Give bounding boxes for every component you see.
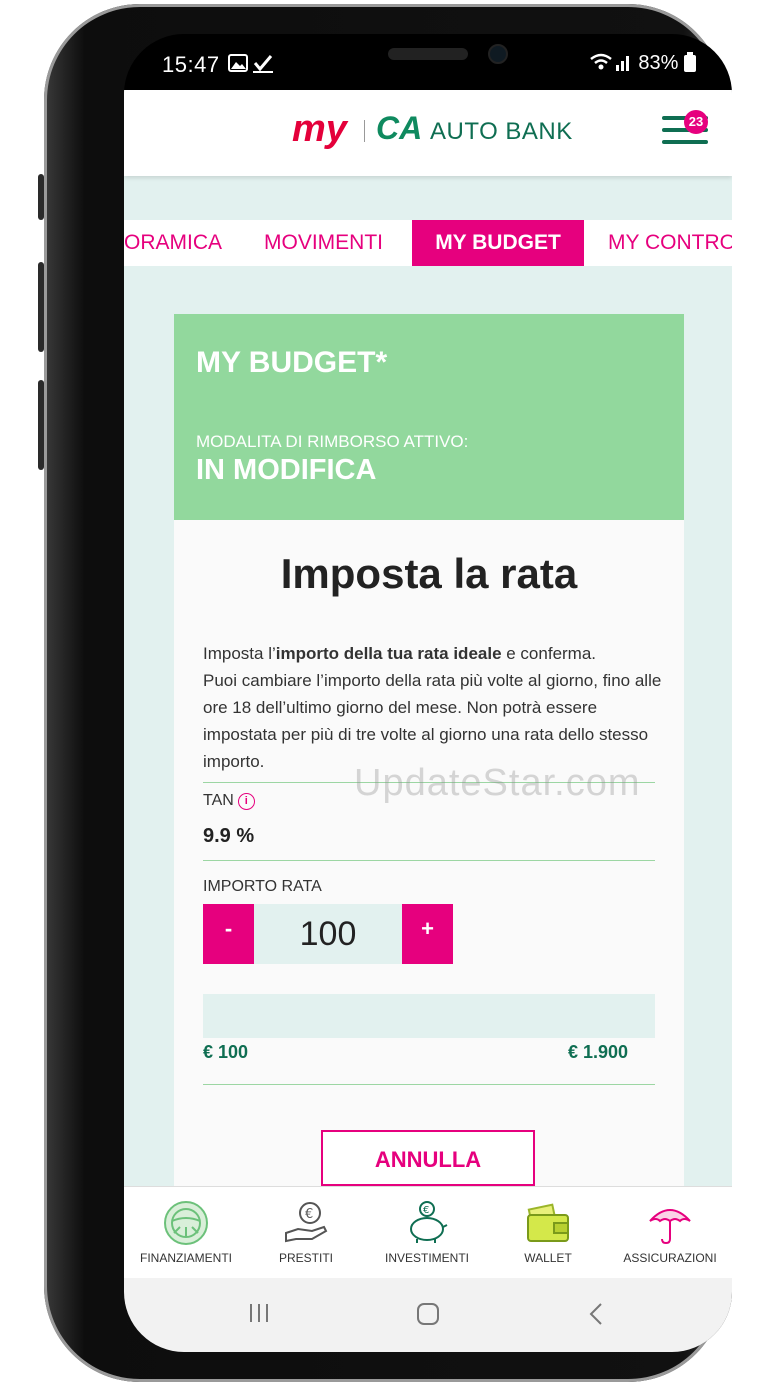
nav-investimenti[interactable]: € INVESTIMENTI — [367, 1187, 487, 1279]
nav-label: INVESTIMENTI — [384, 1251, 469, 1265]
nav-assicurazioni[interactable]: ASSICURAZIONI — [610, 1187, 730, 1279]
tan-value: 9.9 % — [203, 825, 255, 847]
budget-header-card: MY BUDGET* MODALITA DI RIMBORSO ATTIVO: … — [174, 314, 684, 520]
rate-heading: Imposta la rata — [280, 550, 578, 597]
nav-label: ASSICURAZIONI — [623, 1251, 717, 1265]
system-nav-bar — [124, 1278, 732, 1352]
steering-wheel-icon — [164, 1201, 208, 1245]
logo-brand: AUTO BANK — [430, 118, 573, 145]
bottom-nav: FINANZIAMENTI € PRESTITI € INVESTIMENTI — [124, 1186, 732, 1279]
divider — [203, 860, 655, 861]
volume-down-button — [38, 262, 44, 352]
nav-label: PRESTITI — [278, 1251, 333, 1265]
card-status: IN MODIFICA — [196, 454, 377, 486]
increase-button[interactable]: + — [402, 904, 453, 964]
battery-icon — [684, 52, 696, 72]
watermark: UpdateStar.com — [354, 762, 641, 804]
card-subtitle: MODALITA DI RIMBORSO ATTIVO: — [196, 432, 469, 451]
intro-text-bold: importo della tua rata ideale — [275, 644, 502, 663]
home-icon[interactable] — [416, 1302, 440, 1333]
svg-text:€: € — [305, 1207, 313, 1222]
nav-wallet[interactable]: WALLET — [488, 1187, 608, 1279]
phone-frame: 15:47 83% my CA AUTO BANK 23 ORAMICA MOV… — [38, 4, 732, 1382]
tab-bar: ORAMICA MOVIMENTI MY BUDGET MY CONTRO — [124, 220, 732, 266]
amount-label: IMPORTO RATA — [203, 878, 322, 895]
hand-euro-icon: € — [285, 1202, 328, 1243]
cancel-button[interactable]: ANNULLA — [321, 1130, 535, 1186]
range-min: € 100 — [203, 1042, 249, 1062]
status-notification-icons — [227, 52, 277, 79]
amount-input[interactable]: 100 — [254, 904, 402, 964]
rate-card: Imposta la rata Imposta l’importo della … — [174, 520, 684, 1290]
screen: 15:47 83% my CA AUTO BANK 23 ORAMICA MOV… — [124, 34, 732, 1352]
side-button-left — [38, 380, 44, 470]
range-max: € 1.900 — [568, 1042, 629, 1062]
notification-badge: 23 — [684, 110, 708, 134]
nav-finanziamenti[interactable]: FINANZIAMENTI — [126, 1187, 246, 1279]
volume-up-button — [38, 174, 44, 220]
recent-apps-icon[interactable] — [248, 1302, 270, 1331]
card-title: MY BUDGET* — [196, 346, 388, 379]
app-view: my CA AUTO BANK 23 ORAMICA MOVIMENTI MY … — [124, 90, 732, 1290]
gallery-icon — [228, 54, 273, 73]
amount-slider[interactable] — [203, 994, 655, 1038]
decrease-button[interactable]: - — [203, 904, 254, 964]
tab-my-controllo[interactable]: MY CONTRO — [608, 220, 732, 266]
umbrella-icon — [649, 1209, 691, 1245]
status-time: 15:47 — [162, 52, 220, 77]
logo-divider — [364, 120, 365, 142]
piggy-bank-icon: € — [410, 1201, 448, 1243]
back-icon[interactable] — [588, 1302, 604, 1333]
status-right: 83% — [589, 52, 696, 75]
nav-label: WALLET — [524, 1251, 572, 1265]
status-bar: 15:47 83% — [124, 34, 732, 90]
tab-my-budget[interactable]: MY BUDGET — [412, 220, 584, 266]
tan-label: TAN i — [203, 792, 255, 810]
intro-text-1: Imposta l’ — [203, 644, 276, 663]
info-icon[interactable]: i — [237, 793, 255, 810]
divider — [203, 1084, 655, 1085]
speaker-notch — [388, 48, 468, 60]
wifi-signal-icon — [590, 53, 629, 71]
svg-text:€: € — [423, 1205, 429, 1216]
nav-prestiti[interactable]: € PRESTITI — [246, 1187, 366, 1279]
app-header: my CA AUTO BANK 23 — [124, 90, 732, 176]
tab-panoramica[interactable]: ORAMICA — [124, 220, 224, 266]
intro-text-3: Puoi cambiare l’importo della rata più v… — [203, 671, 662, 771]
tan-label-text: TAN — [203, 792, 234, 809]
front-camera — [488, 44, 508, 64]
logo-ca: CA — [376, 110, 423, 146]
logo-my: my — [292, 108, 347, 150]
wallet-icon — [527, 1203, 569, 1242]
nav-label: FINANZIAMENTI — [140, 1251, 232, 1265]
tab-movimenti[interactable]: MOVIMENTI — [264, 220, 394, 266]
rate-intro: Imposta l’importo della tua rata ideale … — [203, 640, 663, 775]
intro-text-2: e conferma. — [501, 644, 597, 663]
battery-percent: 83% — [638, 52, 679, 74]
amount-stepper: - 100 + — [203, 904, 453, 964]
